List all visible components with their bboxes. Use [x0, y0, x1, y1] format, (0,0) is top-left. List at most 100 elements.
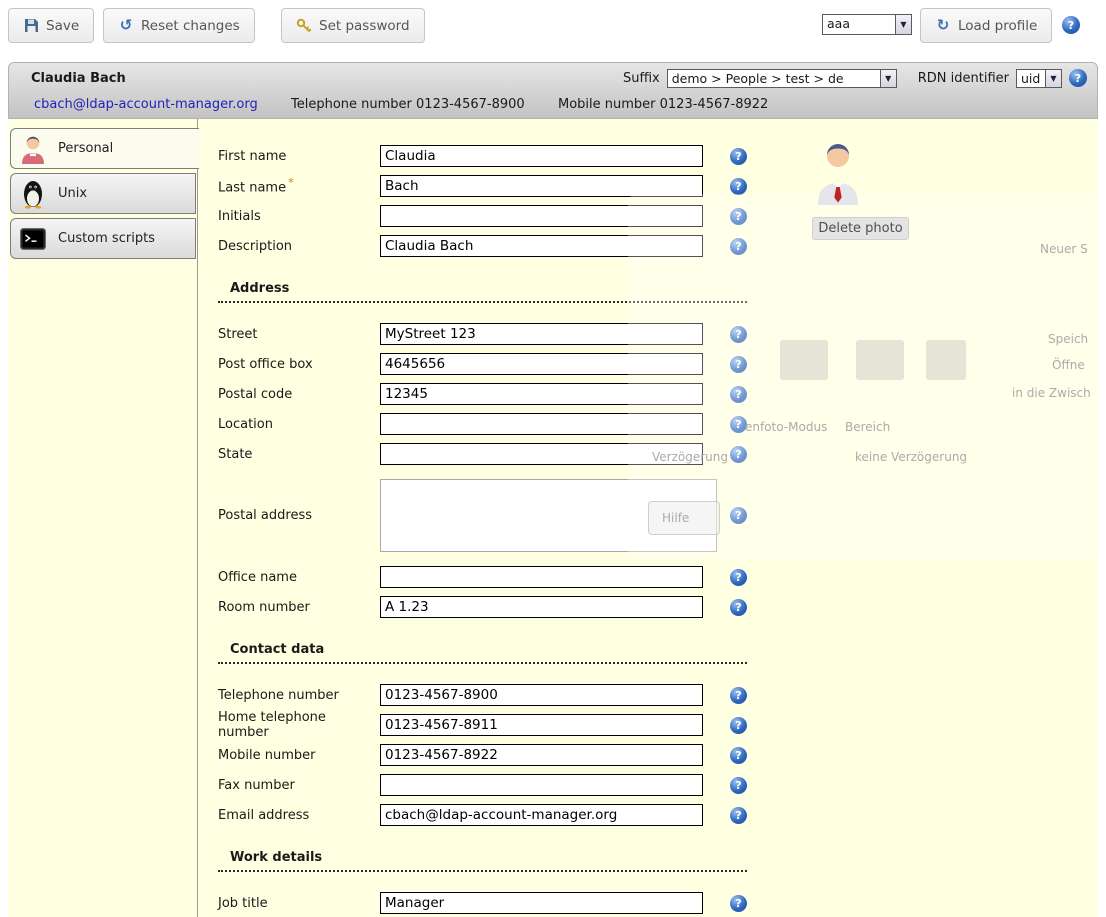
rdn-identifier-label: RDN identifier [918, 71, 1009, 86]
form-row: Office name? [218, 562, 778, 592]
room-number-input[interactable] [380, 596, 703, 618]
help-icon[interactable]: ? [730, 208, 747, 225]
help-icon[interactable]: ? [730, 807, 747, 824]
form-row: Location? [218, 409, 778, 439]
form-row: Postal code? [218, 379, 778, 409]
load-arrow-icon: ↻ [935, 18, 951, 34]
header-telephone-text: Telephone number 0123-4567-8900 [291, 97, 525, 112]
job-title-input[interactable] [380, 892, 703, 914]
help-icon[interactable]: ? [730, 416, 747, 433]
fax-number-input[interactable] [380, 774, 703, 796]
account-title: Claudia Bach [31, 71, 126, 86]
first-name-input[interactable] [380, 145, 703, 167]
field-label: First name [218, 149, 380, 164]
module-tab-bar: Personal Unix [8, 119, 198, 917]
profile-select-value: aaa [823, 15, 895, 34]
form-row: Post office box? [218, 349, 778, 379]
help-icon[interactable]: ? [730, 777, 747, 794]
tab-label: Custom scripts [58, 231, 155, 246]
form-row: Last name*? [218, 171, 778, 201]
help-icon[interactable]: ? [1062, 16, 1080, 34]
rdn-select[interactable]: uid ▼ [1016, 69, 1062, 88]
form-row: Home telephone number? [218, 710, 778, 740]
help-icon[interactable]: ? [730, 446, 747, 463]
help-icon[interactable]: ? [730, 687, 747, 704]
street-input[interactable] [380, 323, 703, 345]
field-label: State [218, 447, 380, 462]
form-row: Street? [218, 319, 778, 349]
required-marker: * [288, 176, 294, 189]
help-icon[interactable]: ? [730, 599, 747, 616]
account-email-link[interactable]: cbach@ldap-account-manager.org [34, 97, 258, 112]
help-icon[interactable]: ? [730, 747, 747, 764]
field-label: Home telephone number [218, 710, 380, 740]
header-mobile-text: Mobile number 0123-4567-8922 [558, 97, 768, 112]
tab-personal[interactable]: Personal [10, 128, 199, 169]
suffix-select-value: demo > People > test > de [668, 70, 880, 87]
section-title: Work details [218, 850, 747, 872]
lam-window: Save ↺ Reset changes Set password aaa ▼ … [0, 0, 1106, 917]
photo-area: Delete photo [812, 141, 932, 240]
field-label: Last name* [218, 176, 380, 195]
suffix-select[interactable]: demo > People > test > de ▼ [667, 69, 897, 88]
load-profile-label: Load profile [958, 18, 1037, 34]
account-header: Claudia Bach Suffix demo > People > test… [8, 62, 1098, 119]
field-label: Job title [218, 896, 380, 911]
ghost-fragment: Neuer S [1040, 242, 1088, 256]
mobile-number-input[interactable] [380, 744, 703, 766]
help-icon[interactable]: ? [730, 148, 747, 165]
telephone-number-input[interactable] [380, 684, 703, 706]
help-icon[interactable]: ? [730, 895, 747, 912]
help-icon[interactable]: ? [730, 356, 747, 373]
form-area: First name?Last name*?Initials?Descripti… [218, 141, 778, 917]
help-icon[interactable]: ? [730, 569, 747, 586]
profile-select[interactable]: aaa ▼ [822, 14, 912, 35]
field-label: Description [218, 239, 380, 254]
tab-custom-scripts[interactable]: Custom scripts [10, 218, 196, 259]
help-icon[interactable]: ? [730, 238, 747, 255]
save-button[interactable]: Save [8, 8, 94, 43]
section-title: Contact data [218, 642, 747, 664]
set-password-label: Set password [319, 18, 410, 34]
home-telephone-number-input[interactable] [380, 714, 703, 736]
load-profile-button[interactable]: ↻ Load profile [920, 8, 1052, 43]
section-title: Address [218, 281, 747, 303]
form-row: Job title? [218, 888, 778, 917]
last-name-input[interactable] [380, 175, 703, 197]
toolbar: Save ↺ Reset changes Set password aaa ▼ … [0, 0, 1106, 56]
help-icon[interactable]: ? [730, 386, 747, 403]
user-photo [812, 194, 864, 209]
form-row: Mobile number? [218, 740, 778, 770]
description-input[interactable] [380, 235, 703, 257]
help-icon[interactable]: ? [1069, 69, 1087, 87]
office-name-input[interactable] [380, 566, 703, 588]
postal-code-input[interactable] [380, 383, 703, 405]
ghost-fragment: Bereich [845, 420, 890, 434]
state-input[interactable] [380, 443, 703, 465]
account-header-row2: cbach@ldap-account-manager.org Telephone… [9, 93, 1097, 119]
location-input[interactable] [380, 413, 703, 435]
set-password-button[interactable]: Set password [281, 8, 425, 43]
field-label: Street [218, 327, 380, 342]
post-office-box-input[interactable] [380, 353, 703, 375]
tab-label: Unix [58, 186, 87, 201]
form-row: Email address? [218, 800, 778, 830]
form-row: Fax number? [218, 770, 778, 800]
email-address-input[interactable] [380, 804, 703, 826]
tab-unix[interactable]: Unix [10, 173, 196, 214]
ghost-fragment: keine Verzögerung [855, 450, 967, 464]
help-icon[interactable]: ? [730, 717, 747, 734]
postal-address-input[interactable] [380, 479, 717, 552]
form-row: Description? [218, 231, 778, 261]
reset-changes-button[interactable]: ↺ Reset changes [103, 8, 255, 43]
ghost-fragment: Speich [1048, 332, 1088, 346]
account-header-row1: Claudia Bach Suffix demo > People > test… [9, 63, 1097, 93]
help-icon[interactable]: ? [730, 326, 747, 343]
suffix-label: Suffix [623, 71, 660, 86]
help-icon[interactable]: ? [730, 507, 747, 524]
initials-input[interactable] [380, 205, 703, 227]
field-label: Fax number [218, 778, 380, 793]
delete-photo-button[interactable]: Delete photo [812, 217, 909, 240]
help-icon[interactable]: ? [730, 178, 747, 195]
form-row: Postal address? [218, 473, 778, 558]
